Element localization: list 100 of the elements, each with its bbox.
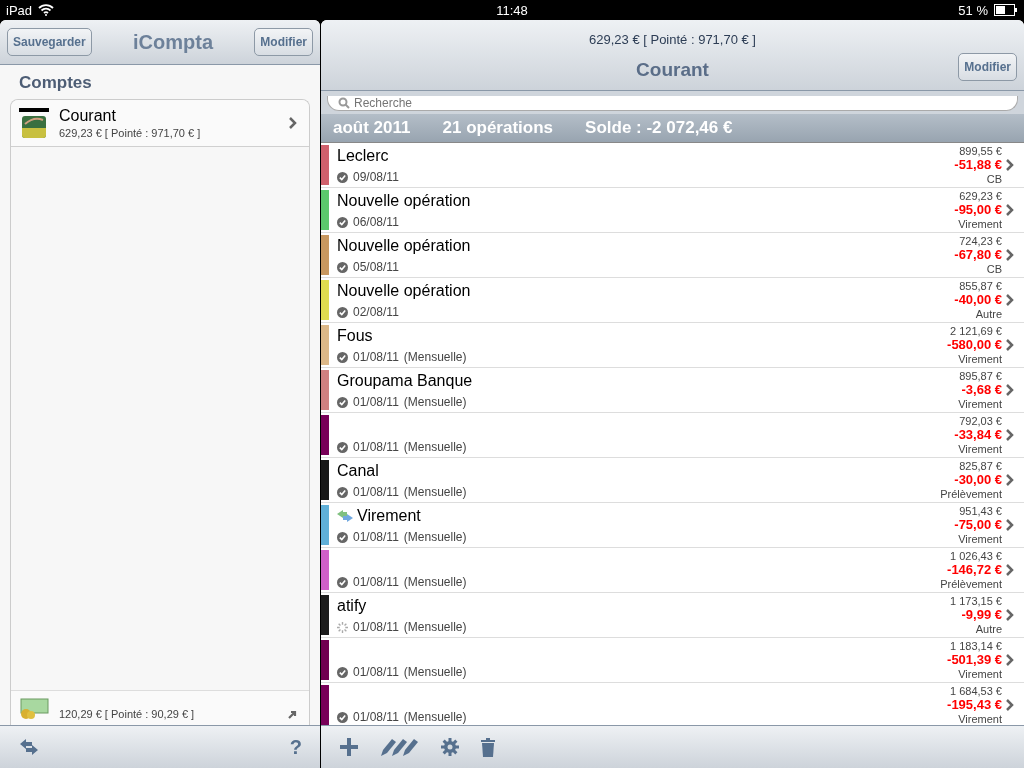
edit-button[interactable]: Modifier (254, 28, 313, 56)
add-icon[interactable] (339, 737, 359, 757)
chevron-icon (1006, 294, 1014, 306)
help-button[interactable]: ? (289, 735, 302, 759)
operation-amount: -95,00 € (954, 203, 1002, 217)
chevron-icon (1006, 384, 1014, 396)
settings-icon[interactable] (441, 738, 459, 756)
device-name: iPad (6, 2, 33, 18)
operation-date: 01/08/11 (353, 440, 399, 454)
recurrence-label: (Mensuelle) (403, 485, 467, 499)
recurrence-label: (Mensuelle) (403, 530, 467, 544)
operation-date: 01/08/11 (353, 665, 399, 679)
chevron-icon (1006, 519, 1014, 531)
payment-type: Prélèvement (940, 487, 1002, 501)
operation-amount: -30,00 € (954, 473, 1002, 487)
payment-type: Virement (958, 442, 1002, 456)
recurrence-label: (Mensuelle) (403, 710, 467, 724)
operation-date: 01/08/11 (353, 710, 399, 724)
operation-amount: -195,43 € (947, 698, 1002, 712)
chevron-icon (1006, 204, 1014, 216)
running-balance: 1 173,15 € (950, 594, 1002, 608)
recurrence-label: (Mensuelle) (403, 395, 467, 409)
recurrence-label: (Mensuelle) (403, 440, 467, 454)
account-balance: 629,23 € [ Pointé : 971,70 € ] (59, 127, 202, 139)
payment-type: Autre (975, 622, 1002, 636)
operation-name: Nouvelle opération (337, 282, 471, 300)
operation-name: Nouvelle opération (337, 237, 471, 255)
running-balance: 1 183,14 € (950, 639, 1002, 653)
payment-type: CB (986, 172, 1002, 186)
chevron-icon (289, 117, 297, 129)
trash-icon[interactable] (481, 737, 495, 757)
operation-amount: -51,88 € (954, 158, 1002, 172)
operation-date: 01/08/11 (353, 350, 399, 364)
recurrence-label: (Mensuelle) (403, 665, 467, 679)
operation-date: 01/08/11 (353, 395, 399, 409)
operation-row[interactable]: 01/08/11 (Mensuelle) 1 026,43 € -146,72 € Prélèvement (321, 548, 1024, 593)
chevron-icon (1006, 429, 1014, 441)
battery-percent: 51 % (958, 2, 988, 18)
operation-row[interactable]: atify 01/08/11 (Mensuelle) 1 173,15 € -9,99 € Autre (321, 593, 1024, 638)
operation-name: Nouvelle opération (337, 192, 471, 210)
running-balance: 1 684,53 € (950, 684, 1002, 698)
operation-row[interactable]: Leclerc 09/08/11 899,55 € -51,88 € CB (321, 143, 1024, 188)
operation-amount: -501,39 € (947, 653, 1002, 667)
swap-arrows-icon[interactable] (18, 738, 40, 756)
operation-date: 02/08/11 (353, 305, 399, 319)
chevron-icon (1006, 564, 1014, 576)
recurrence-label: (Mensuelle) (403, 620, 467, 634)
running-balance: 2 121,69 € (950, 324, 1002, 338)
operation-row[interactable]: Canal 01/08/11 (Mensuelle) 825,87 € -30,00 € Prélèvement (321, 458, 1024, 503)
operation-amount: -146,72 € (947, 563, 1002, 577)
account-name: Courant (59, 107, 117, 125)
chevron-icon (1006, 699, 1014, 711)
battery-icon (994, 4, 1018, 16)
operation-name: atify (337, 597, 367, 615)
chevron-icon (1006, 249, 1014, 261)
wifi-icon (38, 4, 55, 16)
account-title: Courant (636, 59, 709, 81)
running-balance: 951,43 € (959, 504, 1002, 518)
operation-amount: -3,68 € (961, 383, 1002, 397)
running-balance: 629,23 € (959, 189, 1002, 203)
running-balance: 895,87 € (959, 369, 1002, 383)
save-button[interactable]: Sauvegarder (7, 28, 92, 56)
search-field[interactable]: Recherche (327, 96, 1018, 111)
operation-row[interactable]: Nouvelle opération 05/08/11 724,23 € -67,80 € CB (321, 233, 1024, 278)
chevron-icon (1006, 474, 1014, 486)
edit-button[interactable]: Modifier (958, 53, 1017, 81)
recurrence-label: (Mensuelle) (403, 350, 467, 364)
operation-row[interactable]: 01/08/11 (Mensuelle) 1 183,14 € -501,39 € Virement (321, 638, 1024, 683)
recurrence-label: (Mensuelle) (403, 575, 467, 589)
running-balance: 855,87 € (959, 279, 1002, 293)
payment-type: Virement (958, 397, 1002, 411)
running-balance: 724,23 € (959, 234, 1002, 248)
section-header: Comptes (18, 72, 93, 94)
operation-row[interactable]: Groupama Banque 01/08/11 (Mensuelle) 895,87 € -3,68 € Virement (321, 368, 1024, 413)
chevron-icon (1006, 339, 1014, 351)
operation-row[interactable]: Nouvelle opération 06/08/11 629,23 € -95,00 € Virement (321, 188, 1024, 233)
running-balance: 792,03 € (959, 414, 1002, 428)
payment-type: Autre (975, 307, 1002, 321)
operation-amount: -67,80 € (954, 248, 1002, 262)
operation-date: 01/08/11 (353, 575, 399, 589)
month-label: août 2011 (333, 118, 411, 138)
status-time: 11:48 (496, 2, 528, 18)
operation-date: 06/08/11 (353, 215, 399, 229)
account-row[interactable]: Courant 629,23 € [ Pointé : 971,70 € ] (11, 100, 309, 147)
account-balance: 629,23 € [ Pointé : 971,70 € ] (589, 32, 756, 47)
operation-name: Virement (357, 507, 421, 525)
search-icon (338, 97, 350, 109)
operation-row[interactable]: 01/08/11 (Mensuelle) 792,03 € -33,84 € Virement (321, 413, 1024, 458)
pencils-icon[interactable] (381, 738, 419, 756)
operation-date: 05/08/11 (353, 260, 399, 274)
operation-row[interactable]: Fous 01/08/11 (Mensuelle) 2 121,69 € -580,00 € Virement (321, 323, 1024, 368)
chevron-icon (1006, 159, 1014, 171)
payment-type: Virement (958, 352, 1002, 366)
operation-row[interactable]: Virement 01/08/11 (Mensuelle) 951,43 € -75,00 € Virement (321, 503, 1024, 548)
operation-row[interactable]: Nouvelle opération 02/08/11 855,87 € -40,00 € Autre (321, 278, 1024, 323)
operation-name: Fous (337, 327, 373, 345)
payment-type: Virement (958, 532, 1002, 546)
running-balance: 899,55 € (959, 144, 1002, 158)
running-balance: 1 026,43 € (950, 549, 1002, 563)
account-balance: 120,29 € [ Pointé : 90,29 € ] (59, 708, 196, 720)
